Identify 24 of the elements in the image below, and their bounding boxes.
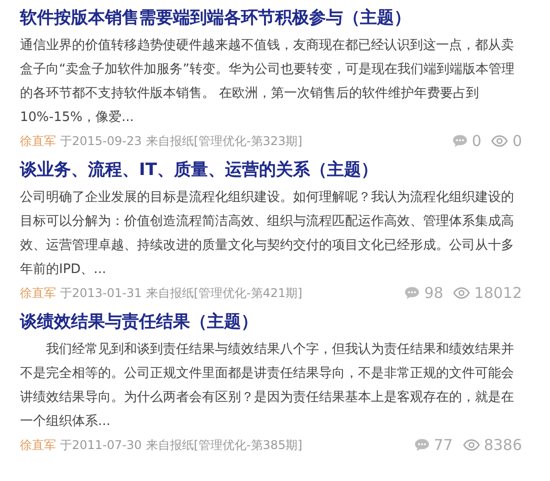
eye-icon bbox=[462, 439, 480, 451]
publish-date: 于2011-07-30 bbox=[60, 437, 142, 454]
view-count: 18012 bbox=[474, 282, 522, 304]
comment-icon bbox=[404, 286, 420, 300]
comment-icon bbox=[452, 134, 468, 148]
eye-icon bbox=[453, 287, 470, 299]
article-summary: 公司明确了企业发展的目标是流程化组织建设。如何理解呢？我认为流程化组织建设的目标可以分解为：价值创造流程简洁高效、组织与流程匹配运作高效、管理体系集成高效、运营管理卓越、持续改进的质量文化与契约交付的项目文化已经形成。公司从十多年前的IPD、... bbox=[20, 189, 515, 279]
comment-count: 98 bbox=[424, 282, 444, 304]
source-text: 来自报纸[管理优化-第385期] bbox=[146, 437, 302, 454]
source-text: 来自报纸[管理优化-第421期] bbox=[146, 285, 302, 302]
article-summary: 通信业界的价值转移趋势使硬件越来越不值钱，友商现在都已经认识到这一点，都从卖盒子向“卖盒子加软件加服务”转变。华为公司也要转变，可是现在我们端到端版本管理的各环节都不支持软件版本销售。 在欧洲，第一次销售后的软件维护年费要占到10%-15%，像爱... bbox=[20, 37, 516, 127]
eye-icon bbox=[491, 135, 508, 147]
article-title[interactable]: 谈绩效结果与责任结果（主题） bbox=[20, 308, 522, 336]
article-summary: 我们经常见到和谈到责任结果与绩效结果八个字，但我认为责任结果和绩效结果并不是完全相等的。公司正规文件里面都是讲责任结果导向，不是非常正规的文件可能会讲绩效结果导向。为什么两者会有区别？是因为责任结果基本上是客观存在的，就是在一个组织体系... bbox=[20, 341, 515, 431]
view-count: 0 bbox=[512, 130, 522, 152]
view-count: 8386 bbox=[484, 434, 522, 456]
article-title[interactable]: 软件按版本销售需要端到端各环节积极参与（主题） bbox=[20, 4, 522, 32]
publish-date: 于2015-09-23 bbox=[60, 133, 142, 150]
article-title[interactable]: 谈业务、流程、IT、质量、运营的关系（主题） bbox=[20, 156, 522, 184]
comment-count: 0 bbox=[472, 130, 482, 152]
comment-count: 77 bbox=[434, 434, 453, 456]
publish-date: 于2013-01-31 bbox=[60, 285, 142, 302]
source-text: 来自报纸[管理优化-第323期] bbox=[146, 133, 302, 150]
comment-icon bbox=[414, 438, 430, 452]
